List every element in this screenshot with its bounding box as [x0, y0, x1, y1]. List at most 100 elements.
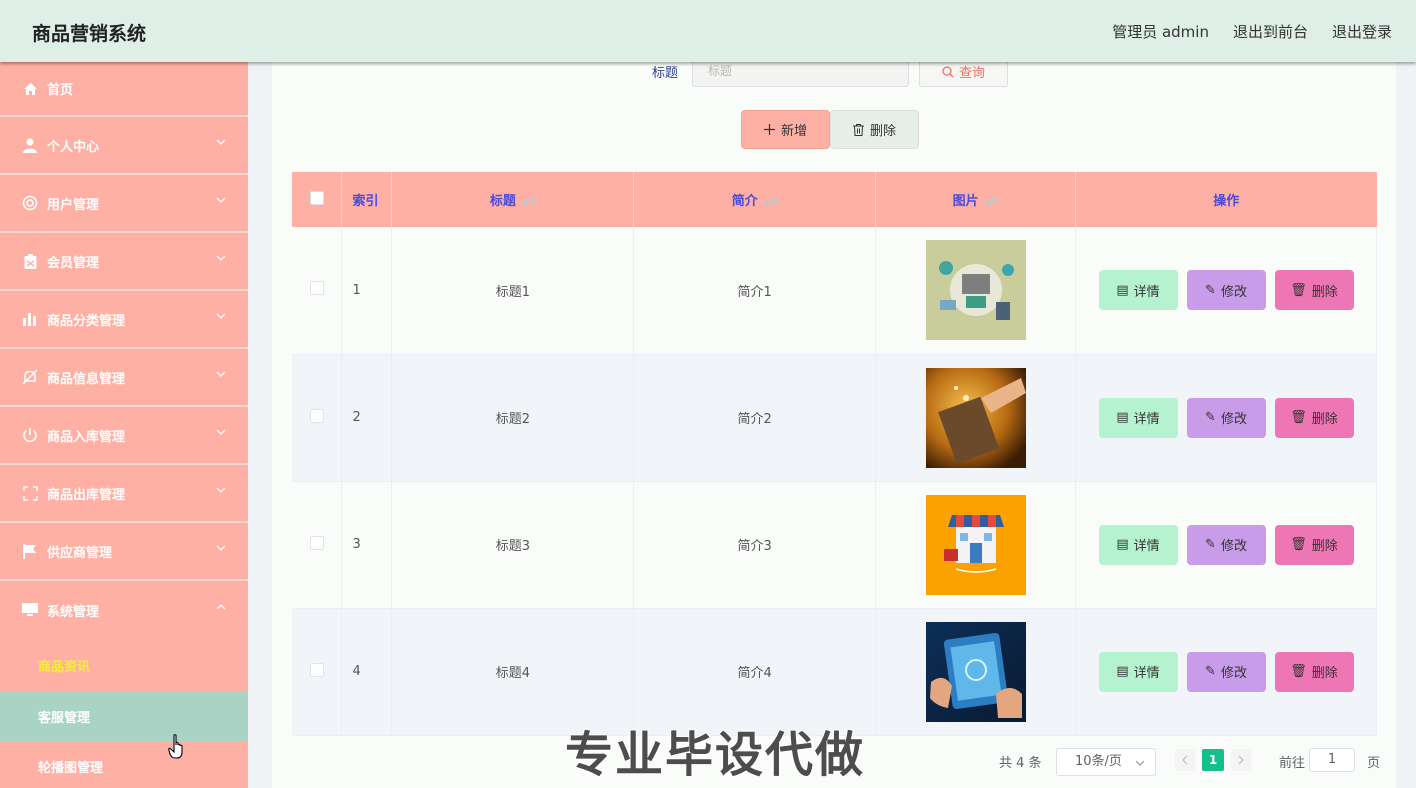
sidebar-item-label: 商品入库管理	[47, 429, 126, 445]
row-checkbox[interactable]	[309, 662, 324, 677]
sidebar-subitem-service[interactable]: 客服管理	[0, 691, 248, 741]
edit-button[interactable]: ✎ 修改	[1186, 651, 1266, 692]
user-icon	[22, 137, 38, 153]
row-checkbox[interactable]	[309, 281, 324, 296]
home-icon	[22, 81, 38, 97]
header-image-label: 图片	[952, 194, 979, 209]
goto-page-input[interactable]: 1	[1309, 748, 1355, 772]
table-header-row: 索引 标题 ▲▼ 简介 ▲▼ 图片 ▲▼ 操作	[292, 172, 1377, 227]
pencil-icon: ✎	[1205, 410, 1216, 425]
row-checkbox[interactable]	[309, 408, 324, 423]
trash-icon: 🗑	[1290, 282, 1307, 298]
sidebar-item-personal[interactable]: 个人中心	[0, 117, 248, 175]
header-title[interactable]: 标题 ▲▼	[391, 172, 635, 227]
goto-suffix: 页	[1367, 756, 1381, 771]
sidebar-item-category[interactable]: 商品分类管理	[0, 291, 248, 349]
fullscreen-icon	[22, 485, 38, 501]
delete-label: 删除	[1311, 284, 1338, 300]
top-header: 商品营销系统 管理员 admin 退出到前台 退出登录	[0, 0, 1416, 62]
row-title: 标题2	[391, 354, 635, 482]
page-size-value: 10条/页	[1075, 754, 1122, 769]
document-icon: ▤	[1116, 282, 1129, 298]
sidebar-item-members[interactable]: 会员管理	[0, 233, 248, 291]
trash-icon	[852, 123, 864, 136]
next-page-button[interactable]	[1231, 749, 1251, 771]
sort-icon[interactable]: ▲▼	[985, 197, 999, 207]
chevron-right-icon	[1238, 755, 1244, 765]
delete-button[interactable]: 🗑 删除	[1274, 270, 1354, 311]
sidebar-item-goods-info[interactable]: 商品信息管理	[0, 349, 248, 407]
row-checkbox-cell	[292, 608, 343, 736]
logout-link[interactable]: 退出登录	[1332, 21, 1392, 42]
trash-icon: 🗑	[1290, 410, 1307, 425]
plus-icon	[763, 124, 775, 135]
table-row: 1 标题1 简介1 ▤ 详情 ✎ 修改 🗑 删除	[292, 227, 1377, 355]
product-image	[925, 240, 1026, 341]
table-row: 3 标题3 简介3 ▤ 详情 ✎ 修改 🗑 删除	[292, 481, 1377, 609]
header-intro[interactable]: 简介 ▲▼	[633, 172, 877, 227]
page-size-select[interactable]: 10条/页	[1056, 748, 1156, 776]
detail-button[interactable]: ▤ 详情	[1098, 651, 1178, 692]
chevron-down-icon	[216, 197, 226, 203]
sidebar-item-home[interactable]: 首页	[0, 62, 248, 117]
header-image[interactable]: 图片 ▲▼	[875, 172, 1077, 227]
main-panel: 标题 标题 查询 新增 删除 索引 标题 ▲▼ 简介 ▲▼ 图片 ▲▼ 操作 1	[272, 56, 1396, 788]
sidebar-subitem-carousel[interactable]: 轮播图管理	[0, 741, 248, 788]
edit-label: 修改	[1220, 666, 1247, 681]
sidebar-item-stock-in[interactable]: 商品入库管理	[0, 407, 248, 465]
select-all-checkbox[interactable]	[309, 190, 324, 205]
chevron-down-icon	[216, 545, 226, 551]
detail-button[interactable]: ▤ 详情	[1098, 524, 1178, 565]
detail-button[interactable]: ▤ 详情	[1098, 397, 1178, 438]
help-ring-icon	[22, 195, 38, 211]
delete-button[interactable]: 🗑 删除	[1274, 524, 1354, 565]
sort-icon[interactable]: ▲▼	[764, 197, 778, 207]
add-button-label: 新增	[780, 124, 807, 139]
exit-to-front-link[interactable]: 退出到前台	[1233, 21, 1308, 42]
sidebar-item-label: 首页	[47, 83, 74, 98]
detail-button[interactable]: ▤ 详情	[1098, 270, 1178, 311]
sidebar-item-stock-out[interactable]: 商品出库管理	[0, 465, 248, 523]
product-image	[925, 494, 1026, 595]
document-icon: ▤	[1116, 410, 1129, 425]
total-count: 共 4 条	[999, 756, 1042, 771]
sidebar-item-system[interactable]: 系统管理	[0, 581, 248, 639]
flag-icon	[22, 543, 38, 559]
product-image	[925, 367, 1026, 468]
chevron-down-icon	[216, 487, 226, 493]
row-index: 4	[341, 608, 393, 736]
delete-label: 删除	[1311, 666, 1338, 681]
sort-icon[interactable]: ▲▼	[522, 197, 536, 207]
row-checkbox[interactable]	[309, 535, 324, 550]
delete-button[interactable]: 🗑 删除	[1274, 651, 1354, 692]
add-button[interactable]: 新增	[741, 110, 830, 149]
edit-button[interactable]: ✎ 修改	[1186, 397, 1266, 438]
edit-button[interactable]: ✎ 修改	[1186, 270, 1266, 311]
product-image	[925, 621, 1026, 722]
row-actions: ▤ 详情 ✎ 修改 🗑 删除	[1075, 227, 1377, 355]
sidebar-item-users[interactable]: 用户管理	[0, 175, 248, 233]
prev-page-button[interactable]	[1175, 749, 1195, 771]
row-actions: ▤ 详情 ✎ 修改 🗑 删除	[1075, 481, 1377, 609]
page-number-current[interactable]: 1	[1202, 749, 1224, 771]
batch-delete-button[interactable]: 删除	[830, 110, 919, 149]
delete-button[interactable]: 🗑 删除	[1274, 397, 1354, 438]
detail-label: 详情	[1133, 284, 1160, 300]
power-icon	[22, 427, 38, 443]
sidebar-item-suppliers[interactable]: 供应商管理	[0, 523, 248, 581]
row-checkbox-cell	[292, 227, 343, 355]
header-index: 索引	[341, 172, 393, 227]
pencil-icon: ✎	[1205, 664, 1216, 679]
sidebar-subitem-news[interactable]: 商品资讯	[0, 639, 248, 691]
sidebar-item-label: 商品分类管理	[47, 313, 126, 329]
document-icon: ▤	[1116, 664, 1129, 679]
edit-button[interactable]: ✎ 修改	[1186, 524, 1266, 565]
detail-label: 详情	[1133, 412, 1160, 427]
row-index: 3	[341, 481, 393, 609]
header-intro-label: 简介	[731, 194, 758, 209]
chevron-left-icon	[1182, 755, 1188, 765]
header-title-label: 标题	[489, 194, 516, 209]
row-intro: 简介3	[633, 481, 877, 609]
table-row: 2 标题2 简介2 ▤ 详情 ✎ 修改 🗑 删除	[292, 354, 1377, 482]
search-button-label: 查询	[958, 66, 985, 81]
